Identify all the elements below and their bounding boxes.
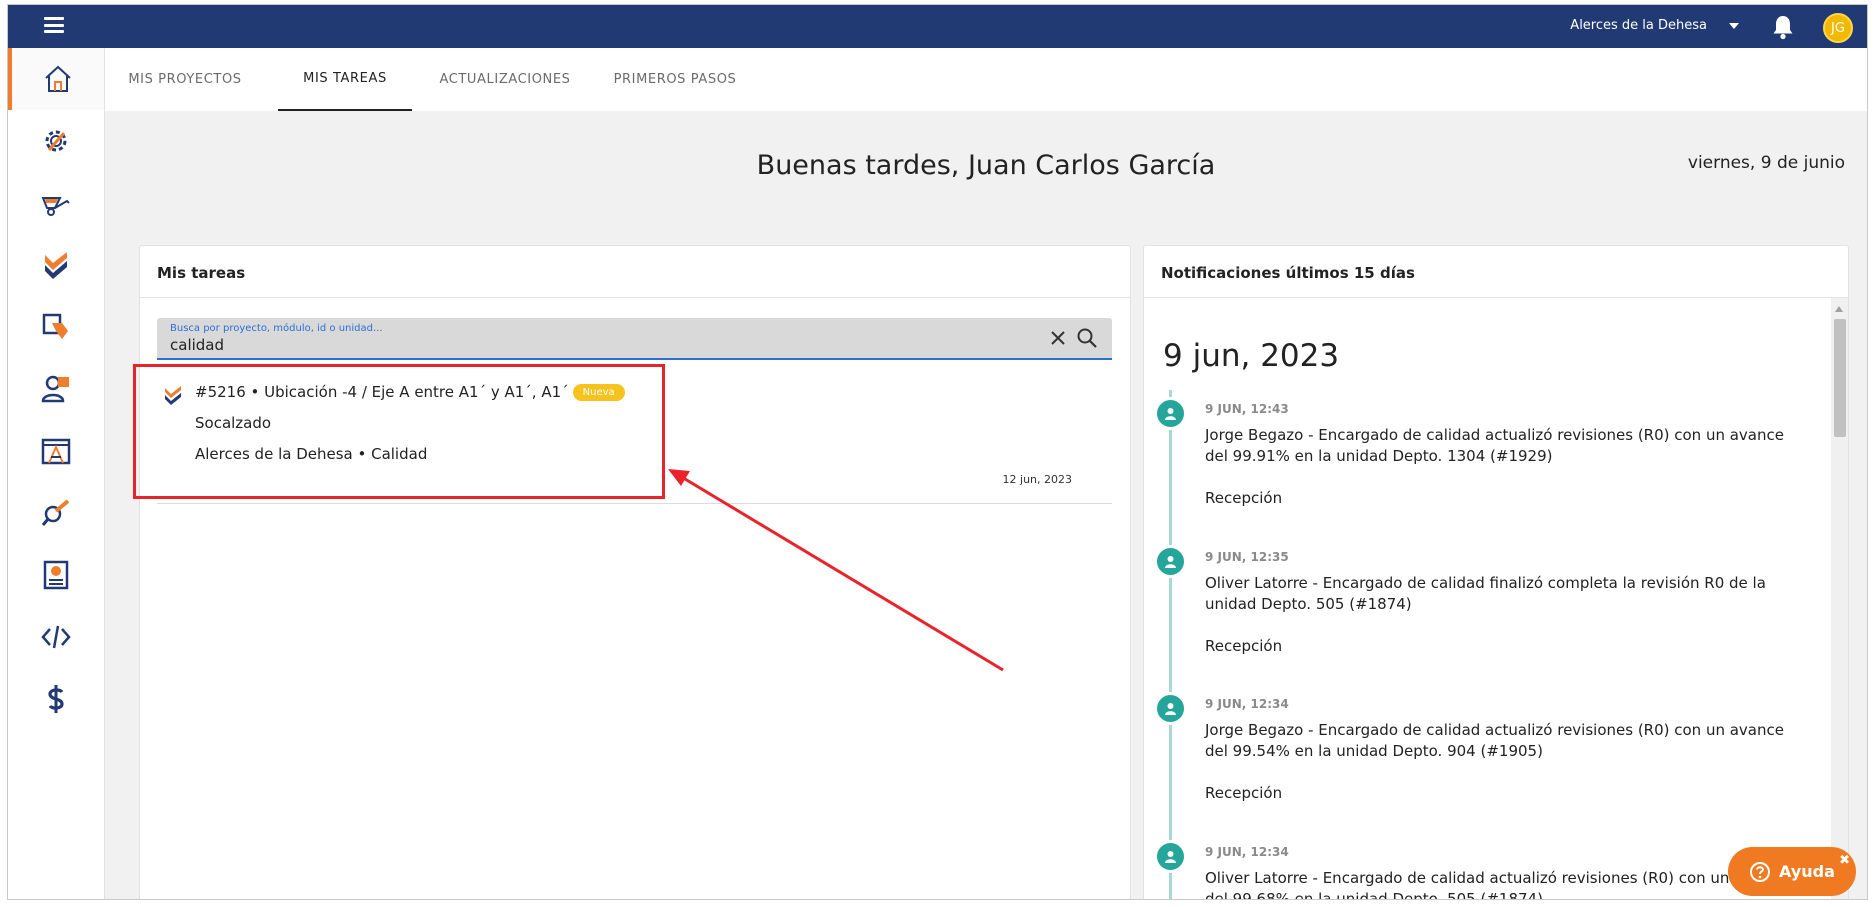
tasks-card-title: Mis tareas	[140, 246, 1130, 298]
tab-mis-tareas[interactable]: MIS TAREAS	[278, 48, 412, 111]
sidebar-item-settings[interactable]	[8, 110, 104, 172]
current-date: viernes, 9 de junio	[1687, 153, 1845, 173]
help-button[interactable]: Ayuda ✖	[1728, 847, 1856, 896]
tab-primeros-pasos[interactable]: PRIMEROS PASOS	[610, 48, 740, 111]
quality-check-icon	[45, 252, 67, 279]
search-label: Busca por proyecto, módulo, id o unidad.…	[170, 323, 383, 334]
search-field[interactable]: Busca por proyecto, módulo, id o unidad.…	[157, 318, 1112, 360]
sidebar	[8, 48, 105, 899]
notification-text: Oliver Latorre - Encargado de calidad ac…	[1205, 869, 1789, 900]
avatar[interactable]: JG	[1823, 13, 1853, 43]
greeting-heading: Buenas tardes, Juan Carlos García	[756, 150, 1216, 181]
sidebar-item-billing[interactable]	[8, 668, 104, 730]
sidebar-item-plans[interactable]	[8, 420, 104, 482]
blueprint-icon	[41, 438, 71, 465]
project-selector-label: Alerces de la Dehesa	[1570, 18, 1707, 33]
payment-icon	[43, 560, 69, 590]
tab-mis-proyectos[interactable]: MIS PROYECTOS	[121, 48, 249, 111]
notification-time: 9 JUN, 12:34	[1205, 697, 1289, 711]
dollar-icon	[48, 685, 64, 713]
highlight-annotation	[133, 364, 665, 499]
user-chart-icon	[41, 375, 69, 403]
task-date: 12 jun, 2023	[1002, 473, 1072, 486]
user-icon	[1154, 397, 1187, 430]
notification-time: 9 JUN, 12:34	[1205, 845, 1289, 859]
notification-text: Oliver Latorre - Encargado de calidad fi…	[1205, 574, 1766, 613]
sidebar-item-payments[interactable]	[8, 544, 104, 606]
notifications-date-heading: 9 jun, 2023	[1163, 338, 1340, 374]
sidebar-item-quality[interactable]	[8, 234, 104, 296]
user-icon	[1154, 692, 1187, 725]
code-icon	[41, 625, 71, 649]
help-close-icon[interactable]: ✖	[1839, 853, 1850, 868]
notifications-card-title: Notificaciones últimos 15 días	[1144, 246, 1848, 298]
timeline-line	[1169, 390, 1172, 899]
notifications-card: Notificaciones últimos 15 días 9 jun, 20…	[1143, 245, 1849, 900]
notifications-scrollbar[interactable]	[1831, 298, 1848, 899]
bell-icon[interactable]	[1771, 14, 1795, 40]
sidebar-item-documents[interactable]	[8, 296, 104, 358]
user-icon	[1154, 545, 1187, 578]
search-icon[interactable]	[1076, 327, 1098, 349]
caret-down-icon	[1729, 22, 1739, 29]
question-icon	[1750, 861, 1771, 882]
notification-text: Jorge Begazo - Encargado de calidad actu…	[1205, 426, 1784, 465]
notification-category: Recepción	[1205, 489, 1283, 507]
tasks-card: Mis tareas Busca por proyecto, módulo, i…	[139, 245, 1131, 899]
home-icon	[45, 65, 71, 92]
sidebar-item-team[interactable]	[8, 358, 104, 420]
settings-pencil-icon	[45, 130, 67, 152]
tab-actualizaciones[interactable]: ACTUALIZACIONES	[435, 48, 575, 111]
notification-time: 9 JUN, 12:35	[1205, 550, 1289, 564]
inspection-icon	[41, 499, 70, 526]
top-bar: Alerces de la Dehesa JG	[8, 5, 1867, 48]
sidebar-item-integrations[interactable]	[8, 606, 104, 668]
search-input[interactable]	[170, 336, 1020, 354]
wheelbarrow-icon	[41, 197, 70, 216]
sidebar-item-home[interactable]	[8, 48, 104, 110]
notification-text: Jorge Begazo - Encargado de calidad actu…	[1205, 721, 1784, 760]
project-selector[interactable]: Alerces de la Dehesa	[1570, 18, 1739, 33]
document-transfer-icon	[42, 313, 68, 339]
notification-time: 9 JUN, 12:43	[1205, 402, 1289, 416]
help-button-label: Ayuda	[1779, 862, 1835, 881]
sidebar-item-materials[interactable]	[8, 172, 104, 234]
user-icon	[1154, 840, 1187, 873]
notification-category: Recepción	[1205, 784, 1283, 802]
tab-bar: MIS PROYECTOS MIS TAREAS ACTUALIZACIONES…	[105, 48, 1867, 111]
sidebar-item-inspection[interactable]	[8, 482, 104, 544]
notification-category: Recepción	[1205, 637, 1283, 655]
hamburger-menu-icon[interactable]	[44, 17, 64, 33]
notifications-scroll-area[interactable]: 9 jun, 2023 9 JUN, 12:43 Jorge Begazo - …	[1144, 298, 1848, 900]
scrollbar-thumb[interactable]	[1834, 319, 1846, 437]
scroll-up-icon[interactable]	[1835, 306, 1843, 312]
close-icon[interactable]	[1048, 328, 1068, 348]
